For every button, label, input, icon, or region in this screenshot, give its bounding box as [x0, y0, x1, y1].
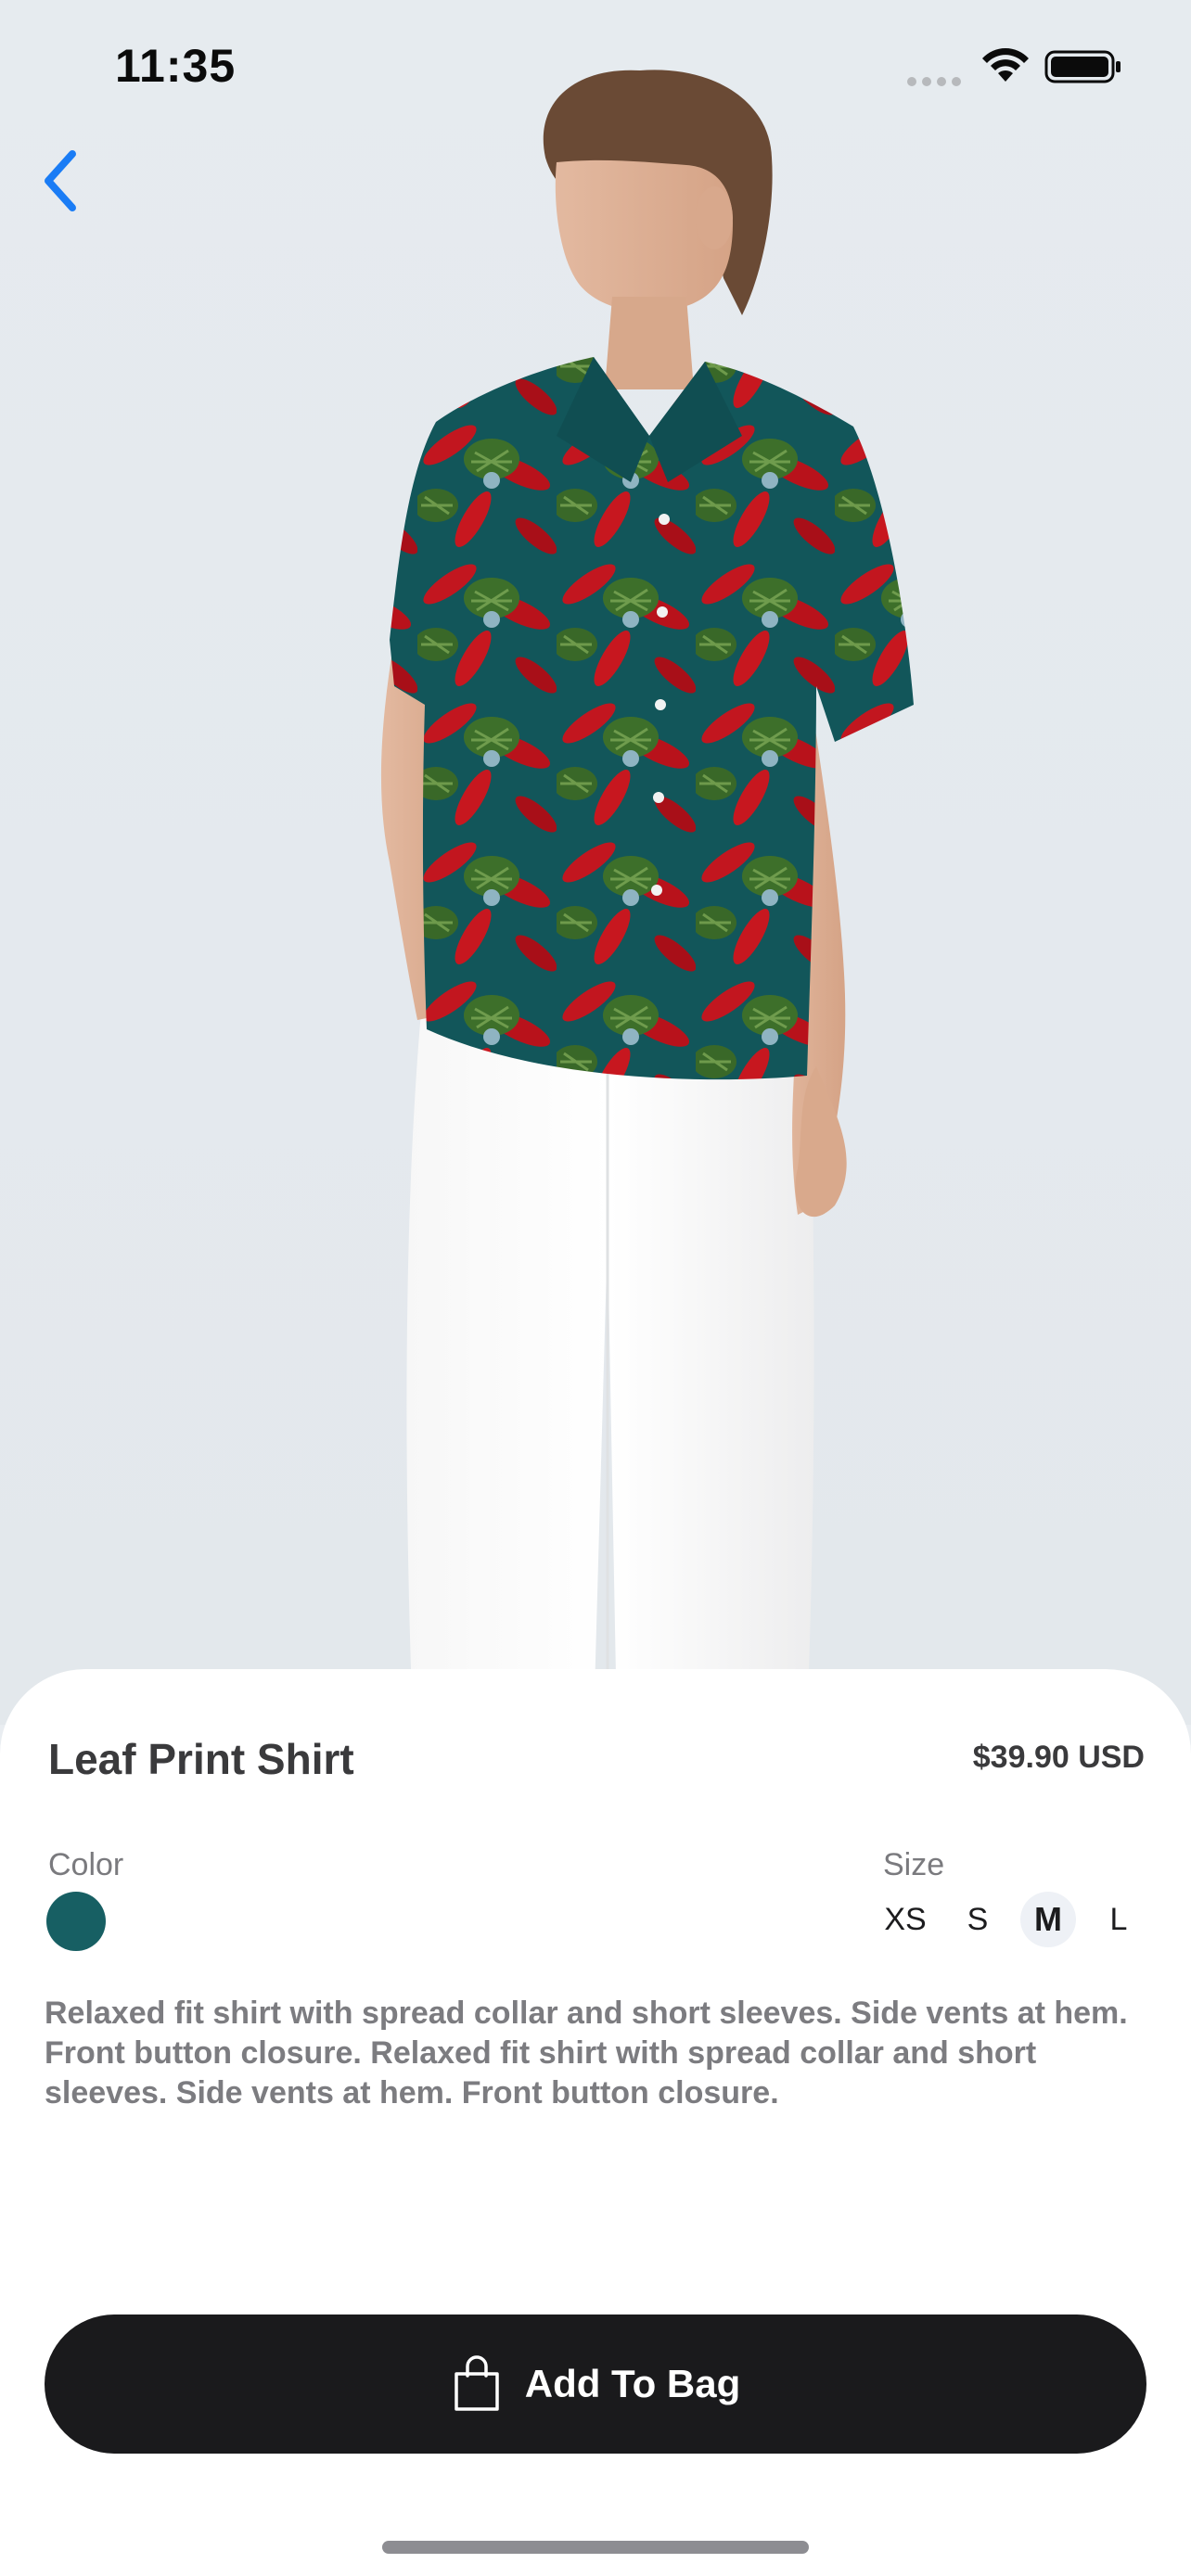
back-button[interactable]	[28, 139, 93, 223]
size-option-s[interactable]: S	[950, 1892, 1005, 1947]
product-price: $39.90 USD	[972, 1740, 1145, 1775]
color-swatch[interactable]	[46, 1892, 106, 1951]
shopping-bag-icon	[454, 2355, 499, 2411]
size-option-xs[interactable]: XS	[877, 1892, 933, 1947]
signal-dots-icon	[907, 74, 967, 91]
add-to-bag-label: Add To Bag	[524, 2362, 741, 2405]
size-option-m[interactable]: M	[1020, 1892, 1076, 1947]
status-time: 11:35	[115, 40, 237, 92]
chevron-left-icon	[45, 150, 76, 211]
product-description: Relaxed fit shirt with spread collar and…	[45, 1996, 1128, 2111]
product-hero-image: 11:35	[0, 0, 1191, 1725]
status-bar: 11:35	[0, 0, 1191, 130]
add-to-bag-button[interactable]: Add To Bag	[45, 2315, 1146, 2454]
product-details-sheet: Leaf Print Shirt $39.90 USD Color Size X…	[0, 1669, 1191, 2576]
battery-icon	[1044, 50, 1121, 83]
wifi-icon	[982, 48, 1029, 82]
size-label: Size	[883, 1847, 945, 1882]
home-indicator[interactable]	[382, 2541, 809, 2554]
size-option-l[interactable]: L	[1091, 1892, 1146, 1947]
color-label: Color	[48, 1847, 124, 1882]
model-photo	[380, 70, 914, 1725]
product-title: Leaf Print Shirt	[48, 1735, 354, 1783]
